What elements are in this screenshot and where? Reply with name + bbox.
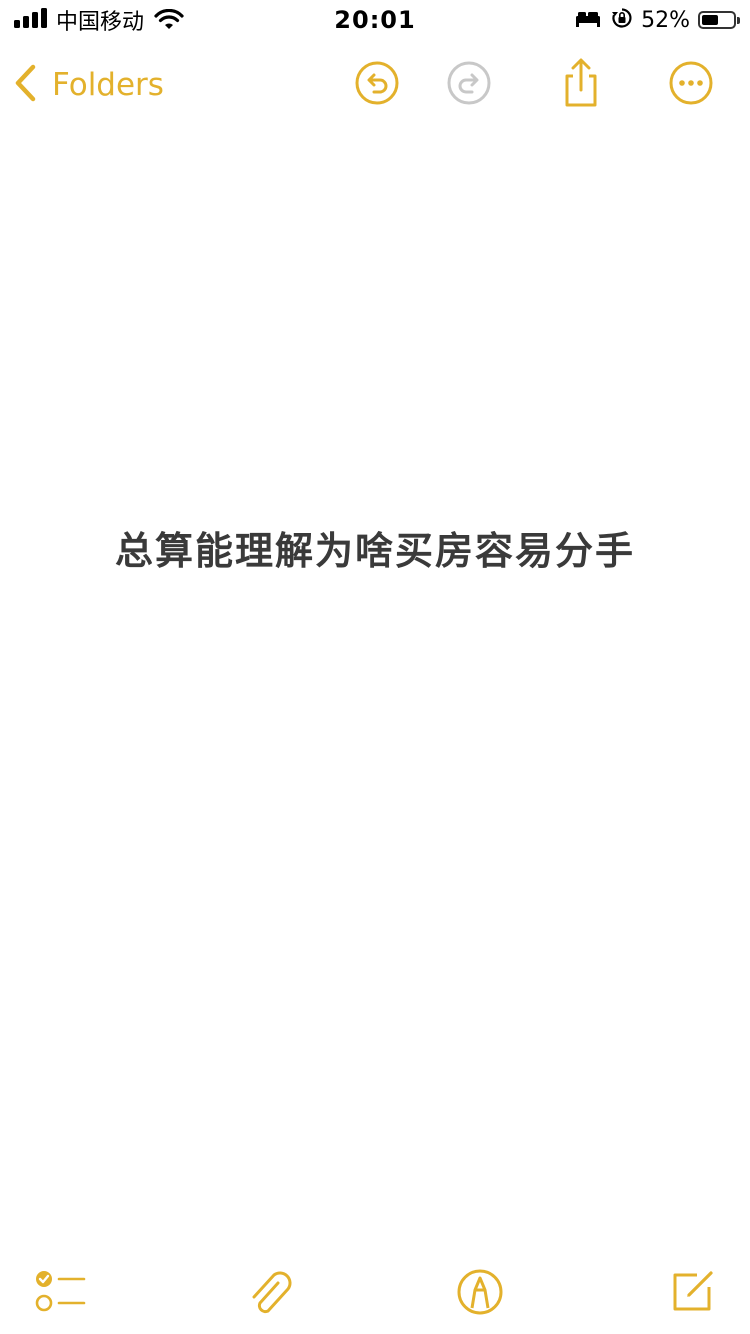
note-text[interactable]: 总算能理解为啥买房容易分手 bbox=[0, 520, 750, 575]
compose-button[interactable] bbox=[664, 1266, 720, 1322]
attachment-button[interactable] bbox=[244, 1266, 300, 1322]
orientation-lock-icon bbox=[611, 7, 633, 33]
redo-icon bbox=[446, 60, 492, 110]
undo-button[interactable] bbox=[352, 60, 402, 110]
status-bar: 中国移动 20:01 52% bbox=[0, 0, 750, 40]
battery-level bbox=[702, 15, 718, 25]
markup-button[interactable] bbox=[452, 1266, 508, 1322]
more-button[interactable] bbox=[666, 60, 716, 110]
checklist-button[interactable] bbox=[32, 1266, 88, 1322]
back-button[interactable]: Folders bbox=[14, 62, 164, 108]
share-icon bbox=[559, 58, 603, 112]
redo-button[interactable] bbox=[444, 60, 494, 110]
battery-icon bbox=[698, 11, 740, 29]
undo-icon bbox=[354, 60, 400, 110]
share-button[interactable] bbox=[556, 58, 606, 112]
battery-percent: 52% bbox=[641, 7, 690, 33]
checklist-icon bbox=[34, 1269, 86, 1319]
paperclip-icon bbox=[248, 1267, 296, 1321]
bed-icon bbox=[575, 9, 601, 31]
more-icon bbox=[668, 60, 714, 110]
nav-bar: Folders bbox=[0, 50, 750, 120]
compose-icon bbox=[669, 1269, 715, 1319]
chevron-left-icon bbox=[14, 64, 36, 106]
back-label: Folders bbox=[52, 67, 164, 103]
status-bar-right: 52% bbox=[565, 6, 740, 34]
markup-icon bbox=[456, 1268, 504, 1320]
bottom-toolbar bbox=[0, 1260, 750, 1320]
note-body[interactable]: 总算能理解为啥买房容易分手 bbox=[0, 520, 750, 575]
